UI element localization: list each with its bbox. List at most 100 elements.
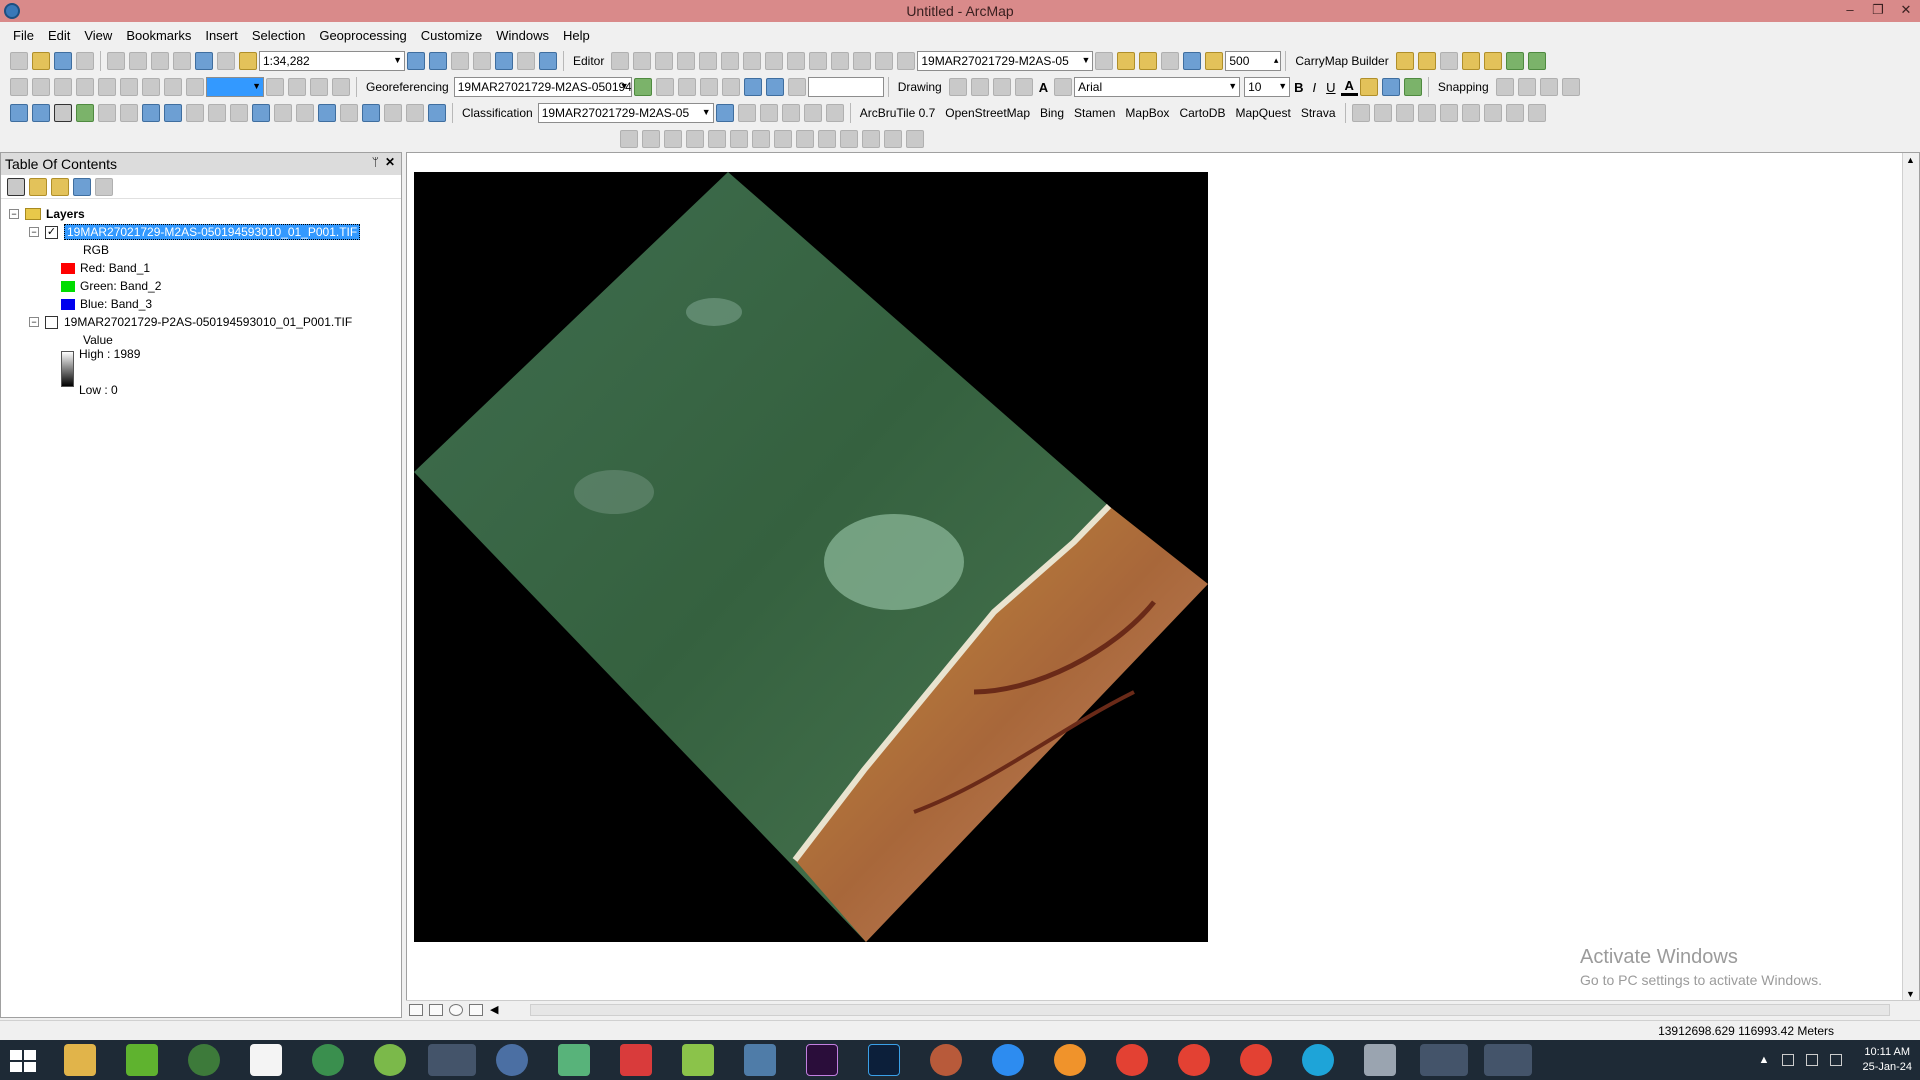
app-icon-12[interactable] xyxy=(744,1044,776,1076)
layout-zoom-combo[interactable]: ▼ xyxy=(206,77,264,97)
menu-geoprocessing[interactable]: Geoprocessing xyxy=(312,28,413,43)
italic-button[interactable]: I xyxy=(1308,80,1322,95)
delete-icon[interactable] xyxy=(173,52,191,70)
zoom-out-icon[interactable] xyxy=(32,104,50,122)
draw-polygon-icon[interactable] xyxy=(737,104,756,122)
font-name-combo[interactable]: Arial ▼ xyxy=(1074,77,1241,97)
app-icon-15[interactable] xyxy=(930,1044,962,1076)
print-icon[interactable] xyxy=(76,52,94,70)
list-by-visibility-icon[interactable] xyxy=(51,177,69,196)
edit-tool-icon[interactable] xyxy=(611,52,630,70)
satellite-raster[interactable] xyxy=(414,172,1208,942)
arcmap-app-icon[interactable] xyxy=(4,3,20,19)
copy-features-icon[interactable] xyxy=(620,130,638,148)
model-builder-icon[interactable] xyxy=(539,52,557,70)
html-popup-icon[interactable] xyxy=(296,104,314,122)
generalize-adv-icon[interactable] xyxy=(752,130,770,148)
carrymap-export-icon[interactable] xyxy=(1395,52,1414,70)
layer-name[interactable]: 19MAR27021729-P2AS-050194593010_01_P001.… xyxy=(64,315,352,329)
catalog-window-icon[interactable] xyxy=(451,52,469,70)
menu-customize[interactable]: Customize xyxy=(414,28,489,43)
vertical-scrollbar[interactable]: ▲ ▼ xyxy=(1902,153,1919,1001)
start-button[interactable] xyxy=(10,1050,36,1072)
effects-layer-combo[interactable]: 19MAR27021729-M2AS-05 ▼ xyxy=(917,51,1094,71)
interactive-supervised-icon[interactable] xyxy=(803,104,822,122)
swipe-icon[interactable] xyxy=(1161,52,1180,70)
data-view-button[interactable] xyxy=(409,1003,423,1016)
cut-polygons-icon[interactable] xyxy=(787,52,806,70)
select-features-icon[interactable] xyxy=(186,104,204,122)
validate-icon[interactable] xyxy=(1439,104,1458,122)
clear-selection-icon[interactable] xyxy=(208,104,226,122)
select-link-icon[interactable] xyxy=(677,78,696,96)
go-to-xy-icon[interactable] xyxy=(384,104,402,122)
point-icon[interactable] xyxy=(721,52,740,70)
focus-frame-icon[interactable] xyxy=(288,78,306,96)
horizontal-scrollbar[interactable] xyxy=(530,1004,1890,1016)
list-by-drawing-order-icon[interactable] xyxy=(7,177,25,196)
training-sample-manager-icon[interactable] xyxy=(715,104,734,122)
chrome-active-icon[interactable] xyxy=(1420,1044,1468,1076)
layout-zoom-out-icon[interactable] xyxy=(32,78,50,96)
zoom-value-spinner[interactable]: 500 ▴ xyxy=(1225,51,1282,71)
editor-menu[interactable]: Editor xyxy=(568,54,609,68)
app-icon-3[interactable] xyxy=(188,1044,220,1076)
carrymap-publish-icon[interactable] xyxy=(1483,52,1502,70)
explode-icon[interactable] xyxy=(730,130,748,148)
pixel-app-icon[interactable] xyxy=(682,1044,714,1076)
extension-tool-2-icon[interactable] xyxy=(1527,52,1546,70)
layer-visibility-checkbox[interactable]: ✓ xyxy=(45,225,58,239)
replace-geometry-icon[interactable] xyxy=(840,130,858,148)
flicker-icon[interactable] xyxy=(1183,52,1202,70)
cut-icon[interactable] xyxy=(107,52,125,70)
marker-color-icon[interactable] xyxy=(1403,78,1422,96)
fill-color-icon[interactable] xyxy=(1359,78,1378,96)
edit-vertices-icon[interactable] xyxy=(743,52,762,70)
construct-features-icon[interactable] xyxy=(796,130,814,148)
premiere-pro-icon[interactable] xyxy=(806,1044,838,1076)
close-button[interactable]: ✕ xyxy=(1892,0,1920,22)
identify-icon[interactable] xyxy=(252,104,270,122)
classification-layer-combo[interactable]: 19MAR27021729-M2AS-05 ▼ xyxy=(537,103,714,123)
fixed-zoom-in-icon[interactable] xyxy=(120,78,138,96)
error-inspector-icon[interactable] xyxy=(1483,104,1502,122)
toc-options-icon[interactable] xyxy=(95,177,113,196)
layer-name[interactable]: 19MAR27021729-M2AS-050194593010_01_P001.… xyxy=(64,224,361,240)
point-snapping-icon[interactable] xyxy=(1495,78,1514,96)
network-icon[interactable] xyxy=(1830,1054,1843,1066)
delete-link-icon[interactable] xyxy=(721,78,740,96)
carrymap-settings-icon[interactable] xyxy=(1439,52,1458,70)
paste-icon[interactable] xyxy=(151,52,169,70)
next-extent-icon[interactable] xyxy=(186,78,204,96)
sketch-properties-icon[interactable] xyxy=(875,52,894,70)
rotate-element-icon[interactable] xyxy=(970,78,989,96)
strava-menu[interactable]: Strava xyxy=(1296,106,1341,120)
carrymap-layers-icon[interactable] xyxy=(1417,52,1436,70)
change-layout-icon[interactable] xyxy=(310,78,328,96)
brightness-icon[interactable] xyxy=(1117,52,1136,70)
layer-visibility-checkbox[interactable] xyxy=(45,315,58,329)
classification-menu[interactable]: Classification xyxy=(457,106,538,120)
redo-icon[interactable] xyxy=(217,52,235,70)
align-edge-icon[interactable] xyxy=(1373,104,1392,122)
pan-icon[interactable] xyxy=(54,104,72,122)
ellipse-adv-icon[interactable] xyxy=(906,130,924,148)
mapbox-menu[interactable]: MapBox xyxy=(1120,106,1174,120)
link-table-icon[interactable] xyxy=(765,78,784,96)
edit-vertices-drawing-icon[interactable] xyxy=(1054,78,1073,96)
measure-icon[interactable] xyxy=(318,104,336,122)
extension-tool-icon[interactable] xyxy=(1505,52,1524,70)
maximize-button[interactable]: ❐ xyxy=(1864,0,1892,22)
toc-window-icon[interactable] xyxy=(429,52,447,70)
spatial-adjustment-icon[interactable] xyxy=(1527,104,1546,122)
flag-icon[interactable] xyxy=(1782,1054,1795,1066)
menu-help[interactable]: Help xyxy=(556,28,597,43)
edge-icon[interactable] xyxy=(1302,1044,1334,1076)
copy-icon[interactable] xyxy=(129,52,147,70)
email-app-icon[interactable] xyxy=(558,1044,590,1076)
full-extent-icon[interactable] xyxy=(76,104,94,122)
open-folder-icon[interactable] xyxy=(32,52,50,70)
smooth-icon[interactable] xyxy=(1417,104,1436,122)
menu-bookmarks[interactable]: Bookmarks xyxy=(119,28,198,43)
end-snapping-icon[interactable] xyxy=(1517,78,1536,96)
